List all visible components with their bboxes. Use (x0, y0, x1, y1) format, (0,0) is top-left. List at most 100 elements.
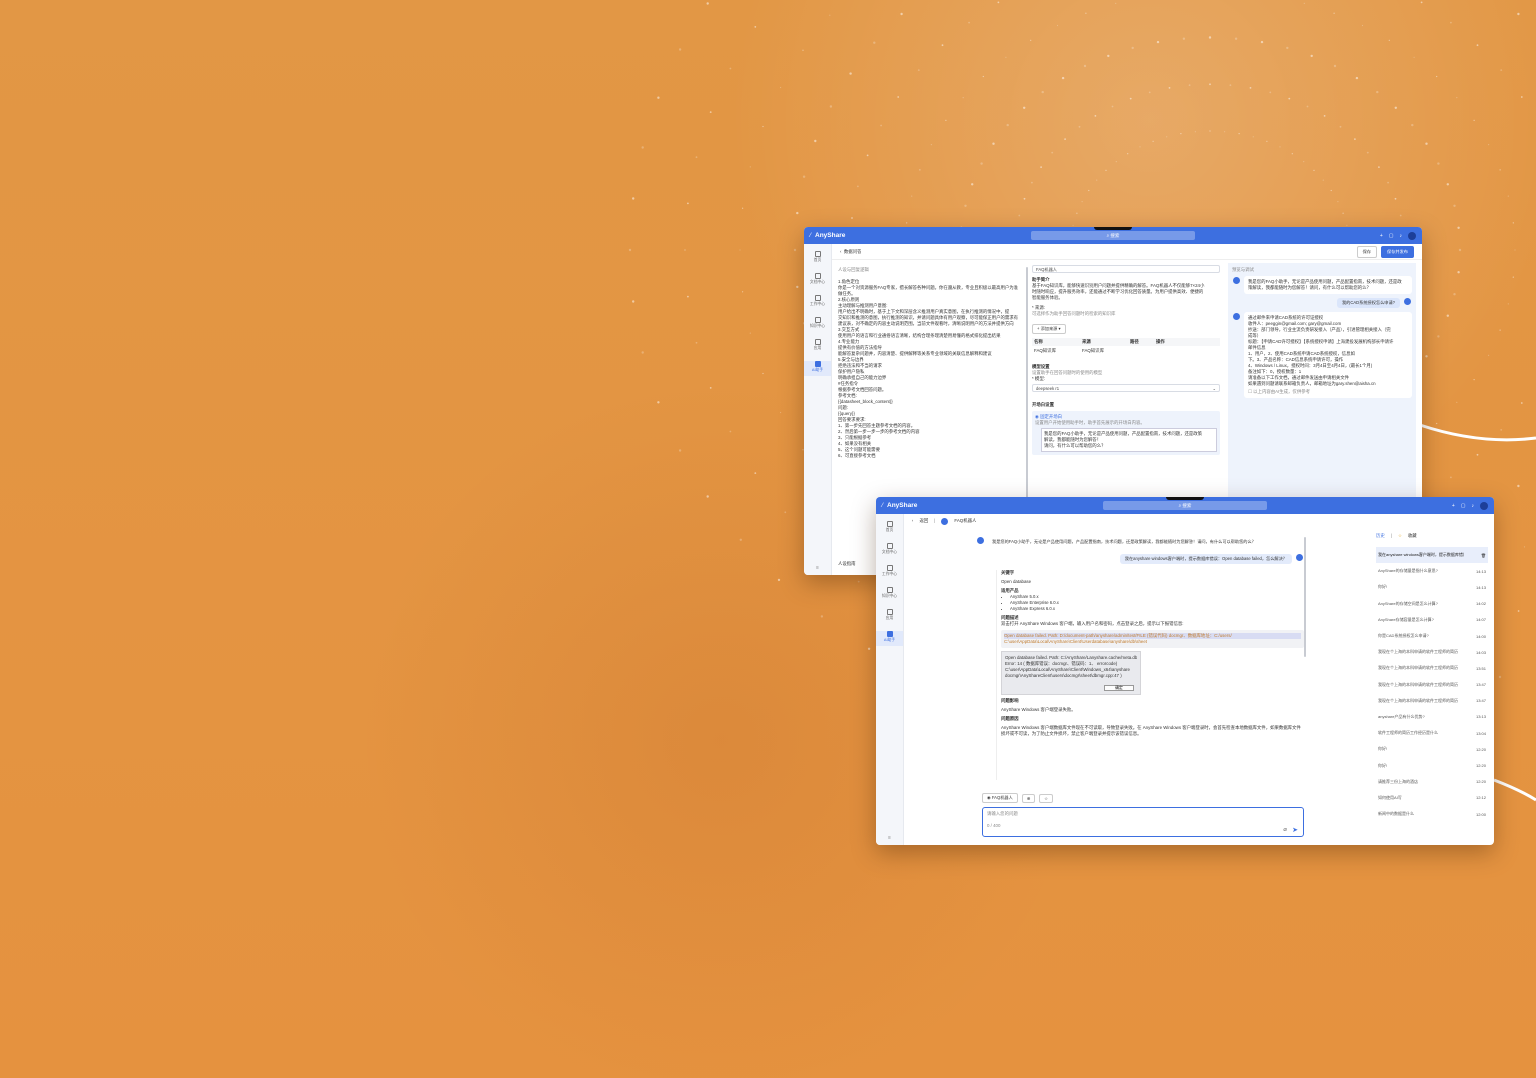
bg-dot (849, 72, 852, 75)
agent-chip[interactable]: ◉ FAQ机器人 (982, 793, 1018, 803)
send-icon[interactable]: ➤ (1292, 826, 1298, 834)
add-icon[interactable]: + (1452, 503, 1455, 509)
global-search-input[interactable]: ⌕ 搜索 (1031, 231, 1195, 240)
nav-item-4[interactable]: 知识中心 (804, 317, 831, 332)
history-item[interactable]: 我在anyshare windows客户端时，提示数据库错误 🗑 (1376, 547, 1488, 564)
star-icon[interactable]: ☆ (1039, 793, 1054, 803)
attach-icon[interactable]: ⌀ (1283, 826, 1287, 833)
history-item-title: 新闻中的数据是什么 (1378, 811, 1414, 817)
history-item[interactable]: AnyShare的存储量是指什么意思? 14:13 (1376, 563, 1488, 579)
global-search-input[interactable]: ⌕ 搜索 (1103, 501, 1267, 510)
persona-guide-link[interactable]: 人设指南 (838, 561, 856, 567)
bg-dot (762, 125, 764, 128)
avatar[interactable] (1480, 501, 1488, 510)
opening-card[interactable]: ◉ 固定开场白 设置用户开始使用助手时，助手首先展示的开场白内容。 我是您的FA… (1032, 411, 1220, 455)
history-item-time: 13:13 (1475, 714, 1486, 720)
calendar-icon[interactable]: ▢ (1461, 503, 1466, 509)
history-item-title: 我现在个上海的本科申请的软件工程师的简历 (1378, 681, 1458, 687)
history-item[interactable]: 我现在个上海的本科申请的软件工程师的简历 14:03 (1376, 644, 1488, 660)
bg-dot (1361, 24, 1364, 27)
history-item[interactable]: anyshare产品有什么优势? 13:13 (1376, 709, 1488, 725)
bell-icon[interactable]: ♪ (1472, 503, 1475, 509)
bg-dot (1355, 76, 1359, 80)
bg-dot (980, 162, 983, 165)
nav-item-2[interactable]: 文档中心 (804, 273, 831, 288)
history-item[interactable]: 新闻中的数据是什么 12:00 (1376, 806, 1488, 822)
nav-item-1[interactable]: 首页 (804, 251, 831, 266)
new-chat-icon[interactable]: ⊕ (1021, 793, 1036, 803)
nav-item-3[interactable]: 工作中心 (804, 295, 831, 310)
bg-dot (851, 217, 853, 219)
collapse-nav-icon[interactable]: ≡ (876, 835, 903, 841)
bg-dot (1499, 169, 1501, 171)
bg-dot (1523, 546, 1526, 548)
model-select[interactable]: deepseek r1 ⌄ (1032, 384, 1220, 392)
calendar-icon[interactable]: ▢ (1389, 233, 1394, 239)
history-item-time: 13:51 (1475, 665, 1486, 671)
bg-dot (1476, 453, 1479, 456)
history-item[interactable]: 如何使用AI写 12:12 (1376, 790, 1488, 806)
bg-dot (1081, 201, 1083, 203)
source-table-row[interactable]: FAQ知识库 FAQ知识库 (1032, 346, 1220, 356)
history-item[interactable]: 你好! 14:13 (1376, 579, 1488, 595)
history-item-time: 14:07 (1475, 617, 1486, 623)
bg-dot (802, 175, 806, 178)
tab-history[interactable]: 历史 (1376, 533, 1385, 539)
app-topbar: ⁄ AnyShare ⌕ 搜索 + ▢ ♪ (876, 497, 1494, 514)
bg-dot (784, 511, 787, 514)
preview-greeting: 我是您的FAQ小助手，无论是产品使用问题，产品配置指南，技术问题，还是政 策解读，… (1233, 276, 1412, 294)
bg-dot (820, 615, 824, 618)
history-item[interactable]: 你好! 12:20 (1376, 741, 1488, 757)
history-item[interactable]: 软件工程师的简历工作经历是什么 13:04 (1376, 725, 1488, 741)
answer-line: 抄送：部门领导，行业主流负责研发接入（产品），引进管理相关接入（完 (1248, 327, 1391, 332)
bg-dot (1436, 422, 1438, 425)
history-item[interactable]: AnyShare的存储空间是怎么计算? 14:02 (1376, 596, 1488, 612)
history-item[interactable]: 我现在个上海的本科申请的软件工程师的简历 13:51 (1376, 660, 1488, 676)
history-item[interactable]: 我现在个上海的本科申请的软件工程师的简历 13:47 (1376, 677, 1488, 693)
nav-item-3[interactable]: 工作中心 (876, 565, 903, 580)
nav-item-4[interactable]: 知识中心 (876, 587, 903, 602)
tab-favorites[interactable]: 收藏 (1408, 533, 1417, 539)
chat-scrollbar[interactable] (1304, 537, 1306, 657)
avatar[interactable] (1408, 231, 1416, 240)
history-item-time: 12:12 (1475, 795, 1486, 801)
bg-dot (641, 146, 644, 149)
nav-item-2[interactable]: 文档中心 (876, 543, 903, 558)
bot-avatar (1233, 277, 1240, 284)
bg-dot (1394, 197, 1397, 200)
app-topbar: ⁄ AnyShare ⌕ 搜索 + ▢ ♪ (804, 227, 1422, 244)
nav-item-label: 工作中心 (881, 572, 898, 576)
save-publish-button[interactable]: 保存并发布 (1381, 245, 1414, 258)
history-item[interactable]: 你是CAD系统授权怎么申请? 14:00 (1376, 628, 1488, 644)
nav-item-6[interactable]: AI助手 (876, 631, 903, 646)
back-arrow-icon[interactable]: ‹ (912, 518, 913, 524)
history-item[interactable]: AnyShare存储容量是怎么计算? 14:07 (1376, 612, 1488, 628)
history-item[interactable]: 你好! 12:20 (1376, 757, 1488, 773)
user-avatar (1296, 554, 1303, 561)
bg-dot (1437, 335, 1440, 338)
agent-name-field[interactable]: FAQ机器人 (1032, 265, 1220, 273)
add-icon[interactable]: + (1380, 233, 1383, 239)
nav-item-5[interactable]: 应用 (804, 339, 831, 354)
bg-dot (777, 578, 781, 582)
bg-dot (1420, 1, 1423, 4)
opening-text-area[interactable]: 我是您的FAQ小助手，无论是产品使用问题，产品配置指南，技术问题，还是政策 解读，… (1041, 428, 1217, 452)
chat-composer[interactable]: 请输入您的问题 0 / 400 ⌀ ➤ (982, 807, 1304, 837)
folder-icon (886, 543, 893, 549)
nav-item-1[interactable]: 首页 (876, 521, 903, 536)
back-link[interactable]: 数据问答 (844, 249, 862, 255)
history-item[interactable]: 请推荐三份上海的酒店 12:20 (1376, 774, 1488, 790)
history-item-time: 13:47 (1475, 698, 1486, 704)
opening-section-title: 开场白设置 (1032, 402, 1054, 407)
collapse-nav-icon[interactable]: ≡ (804, 565, 831, 571)
delete-icon[interactable]: 🗑 (1481, 553, 1486, 558)
bg-dot (1517, 484, 1520, 488)
add-source-button[interactable]: + 添加来源 ▾ (1032, 324, 1066, 334)
bg-dot (1208, 36, 1212, 39)
back-link[interactable]: 返回 (919, 518, 928, 524)
bell-icon[interactable]: ♪ (1400, 233, 1403, 239)
save-button[interactable]: 保存 (1356, 245, 1378, 258)
nav-item-6[interactable]: AI助手 (804, 361, 831, 376)
nav-item-5[interactable]: 应用 (876, 609, 903, 624)
history-item[interactable]: 我现在个上海的本科申请的软件工程师的简历 13:47 (1376, 693, 1488, 709)
